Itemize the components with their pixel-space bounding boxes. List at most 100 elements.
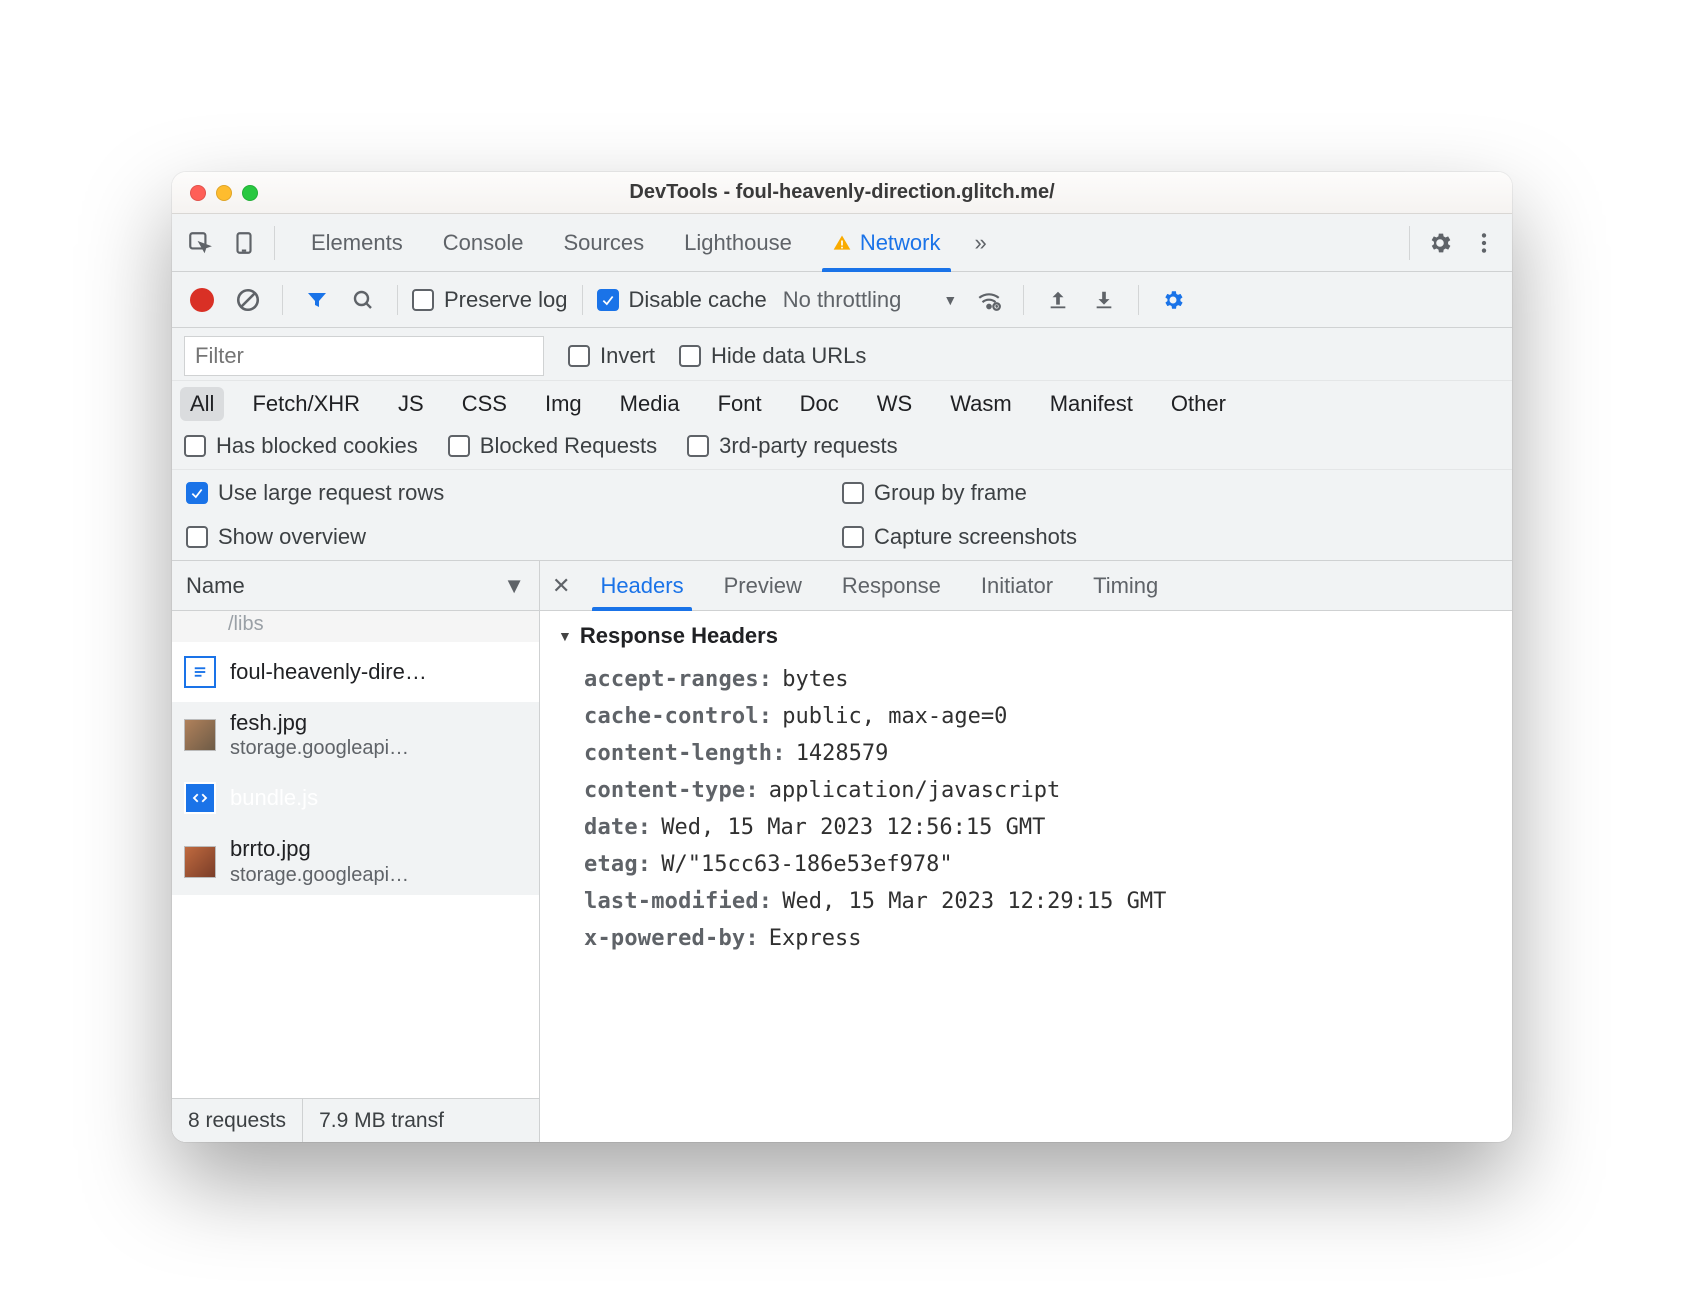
header-value: application/javascript bbox=[769, 778, 1060, 803]
more-tabs-button[interactable]: » bbox=[965, 230, 997, 256]
header-row: content-length: 1428579 bbox=[558, 735, 1494, 772]
tab-label: Elements bbox=[311, 230, 403, 256]
list-item[interactable]: foul-heavenly-dire… bbox=[172, 642, 539, 702]
capture-screenshots-checkbox[interactable]: Capture screenshots bbox=[842, 524, 1498, 550]
header-value: 1428579 bbox=[796, 741, 889, 766]
window-title: DevTools - foul-heavenly-direction.glitc… bbox=[172, 181, 1512, 204]
invert-checkbox[interactable]: Invert bbox=[568, 343, 655, 369]
tab-elements[interactable]: Elements bbox=[291, 214, 423, 271]
response-headers-section[interactable]: ▼ Response Headers bbox=[558, 623, 1494, 649]
type-chip-wasm[interactable]: Wasm bbox=[940, 387, 1022, 421]
detail-tab-timing[interactable]: Timing bbox=[1073, 561, 1178, 610]
type-chip-doc[interactable]: Doc bbox=[790, 387, 849, 421]
network-settings-gear-icon[interactable] bbox=[1153, 280, 1193, 320]
group-by-frame-checkbox[interactable]: Group by frame bbox=[842, 480, 1498, 506]
detail-tab-headers[interactable]: Headers bbox=[580, 561, 703, 610]
list-item-selected[interactable]: bundle.js bbox=[172, 768, 539, 828]
header-key: last-modified: bbox=[584, 889, 772, 914]
checkbox-label: Has blocked cookies bbox=[216, 433, 418, 459]
type-chip-manifest[interactable]: Manifest bbox=[1040, 387, 1143, 421]
separator-icon bbox=[274, 226, 275, 260]
tab-lighthouse[interactable]: Lighthouse bbox=[664, 214, 812, 271]
minimize-window-button[interactable] bbox=[216, 185, 232, 201]
detail-tab-preview[interactable]: Preview bbox=[704, 561, 822, 610]
filter-input[interactable] bbox=[184, 336, 544, 376]
detail-tab-initiator[interactable]: Initiator bbox=[961, 561, 1073, 610]
resource-type-bar: All Fetch/XHR JS CSS Img Media Font Doc … bbox=[172, 381, 1512, 427]
tab-label: Preview bbox=[724, 573, 802, 599]
type-chip-fetchxhr[interactable]: Fetch/XHR bbox=[242, 387, 370, 421]
header-key: accept-ranges: bbox=[584, 667, 772, 692]
devtools-window: DevTools - foul-heavenly-direction.glitc… bbox=[172, 172, 1512, 1142]
header-value: W/"15cc63-186e53ef978" bbox=[661, 852, 952, 877]
download-har-icon[interactable] bbox=[1084, 280, 1124, 320]
third-party-checkbox[interactable]: 3rd-party requests bbox=[687, 433, 898, 459]
tab-console[interactable]: Console bbox=[423, 214, 544, 271]
zoom-window-button[interactable] bbox=[242, 185, 258, 201]
checkbox-icon bbox=[412, 289, 434, 311]
settings-gear-icon[interactable] bbox=[1420, 223, 1460, 263]
throttling-select[interactable]: No throttling ▼ bbox=[783, 287, 957, 313]
large-rows-checkbox[interactable]: Use large request rows bbox=[186, 480, 842, 506]
blocked-requests-checkbox[interactable]: Blocked Requests bbox=[448, 433, 657, 459]
request-domain: storage.googleapi… bbox=[230, 863, 409, 887]
blocked-cookies-checkbox[interactable]: Has blocked cookies bbox=[184, 433, 418, 459]
checkbox-label: Disable cache bbox=[629, 287, 767, 313]
upload-har-icon[interactable] bbox=[1038, 280, 1078, 320]
type-chip-js[interactable]: JS bbox=[388, 387, 434, 421]
checkbox-label: Use large request rows bbox=[218, 480, 444, 506]
list-item[interactable]: fesh.jpg storage.googleapi… bbox=[172, 702, 539, 768]
filter-bar: Invert Hide data URLs bbox=[172, 328, 1512, 381]
tab-label: Timing bbox=[1093, 573, 1158, 599]
status-requests: 8 requests bbox=[172, 1099, 303, 1142]
kebab-menu-icon[interactable] bbox=[1464, 223, 1504, 263]
filter-icon[interactable] bbox=[297, 280, 337, 320]
list-item[interactable]: brrto.jpg storage.googleapi… bbox=[172, 828, 539, 894]
type-chip-ws[interactable]: WS bbox=[867, 387, 922, 421]
type-chip-font[interactable]: Font bbox=[708, 387, 772, 421]
section-title-text: Response Headers bbox=[580, 623, 778, 649]
close-detail-button[interactable]: ✕ bbox=[548, 573, 580, 599]
header-key: content-type: bbox=[584, 778, 759, 803]
clear-icon[interactable] bbox=[228, 280, 268, 320]
header-value: bytes bbox=[782, 667, 848, 692]
inspect-icon[interactable] bbox=[180, 223, 220, 263]
main-tabs: Elements Console Sources Lighthouse Netw… bbox=[291, 214, 961, 271]
type-chip-all[interactable]: All bbox=[180, 387, 224, 421]
type-chip-css[interactable]: CSS bbox=[452, 387, 517, 421]
header-row: x-powered-by: Express bbox=[558, 920, 1494, 957]
close-window-button[interactable] bbox=[190, 185, 206, 201]
request-list-header[interactable]: Name ▼ bbox=[172, 561, 539, 611]
header-key: x-powered-by: bbox=[584, 926, 759, 951]
show-overview-checkbox[interactable]: Show overview bbox=[186, 524, 842, 550]
record-button[interactable] bbox=[182, 280, 222, 320]
disable-cache-checkbox[interactable]: Disable cache bbox=[597, 287, 767, 313]
tab-label: Response bbox=[842, 573, 941, 599]
checkbox-label: Capture screenshots bbox=[874, 524, 1077, 550]
detail-tabs: ✕ Headers Preview Response Initiator Tim… bbox=[540, 561, 1512, 611]
status-transfer: 7.9 MB transf bbox=[303, 1099, 460, 1142]
tab-sources[interactable]: Sources bbox=[543, 214, 664, 271]
header-key: content-length: bbox=[584, 741, 786, 766]
tab-network[interactable]: Network bbox=[812, 214, 961, 271]
header-row: content-type: application/javascript bbox=[558, 772, 1494, 809]
request-name: brrto.jpg bbox=[230, 836, 409, 862]
preserve-log-checkbox[interactable]: Preserve log bbox=[412, 287, 568, 313]
header-value: Express bbox=[769, 926, 862, 951]
content-split: Name ▼ /libs foul-heavenly-dire… fesh.jp… bbox=[172, 561, 1512, 1142]
device-toggle-icon[interactable] bbox=[224, 223, 264, 263]
list-item[interactable]: /libs bbox=[172, 611, 539, 642]
search-icon[interactable] bbox=[343, 280, 383, 320]
network-conditions-icon[interactable] bbox=[969, 280, 1009, 320]
tab-label: Network bbox=[860, 230, 941, 256]
header-value: Wed, 15 Mar 2023 12:29:15 GMT bbox=[782, 889, 1166, 914]
hide-data-urls-checkbox[interactable]: Hide data URLs bbox=[679, 343, 866, 369]
sort-caret-icon: ▼ bbox=[503, 573, 525, 599]
type-chip-img[interactable]: Img bbox=[535, 387, 592, 421]
script-icon bbox=[184, 782, 216, 814]
type-chip-other[interactable]: Other bbox=[1161, 387, 1236, 421]
type-chip-media[interactable]: Media bbox=[610, 387, 690, 421]
checkbox-label: 3rd-party requests bbox=[719, 433, 898, 459]
detail-tab-response[interactable]: Response bbox=[822, 561, 961, 610]
image-thumbnail-icon bbox=[184, 846, 216, 878]
